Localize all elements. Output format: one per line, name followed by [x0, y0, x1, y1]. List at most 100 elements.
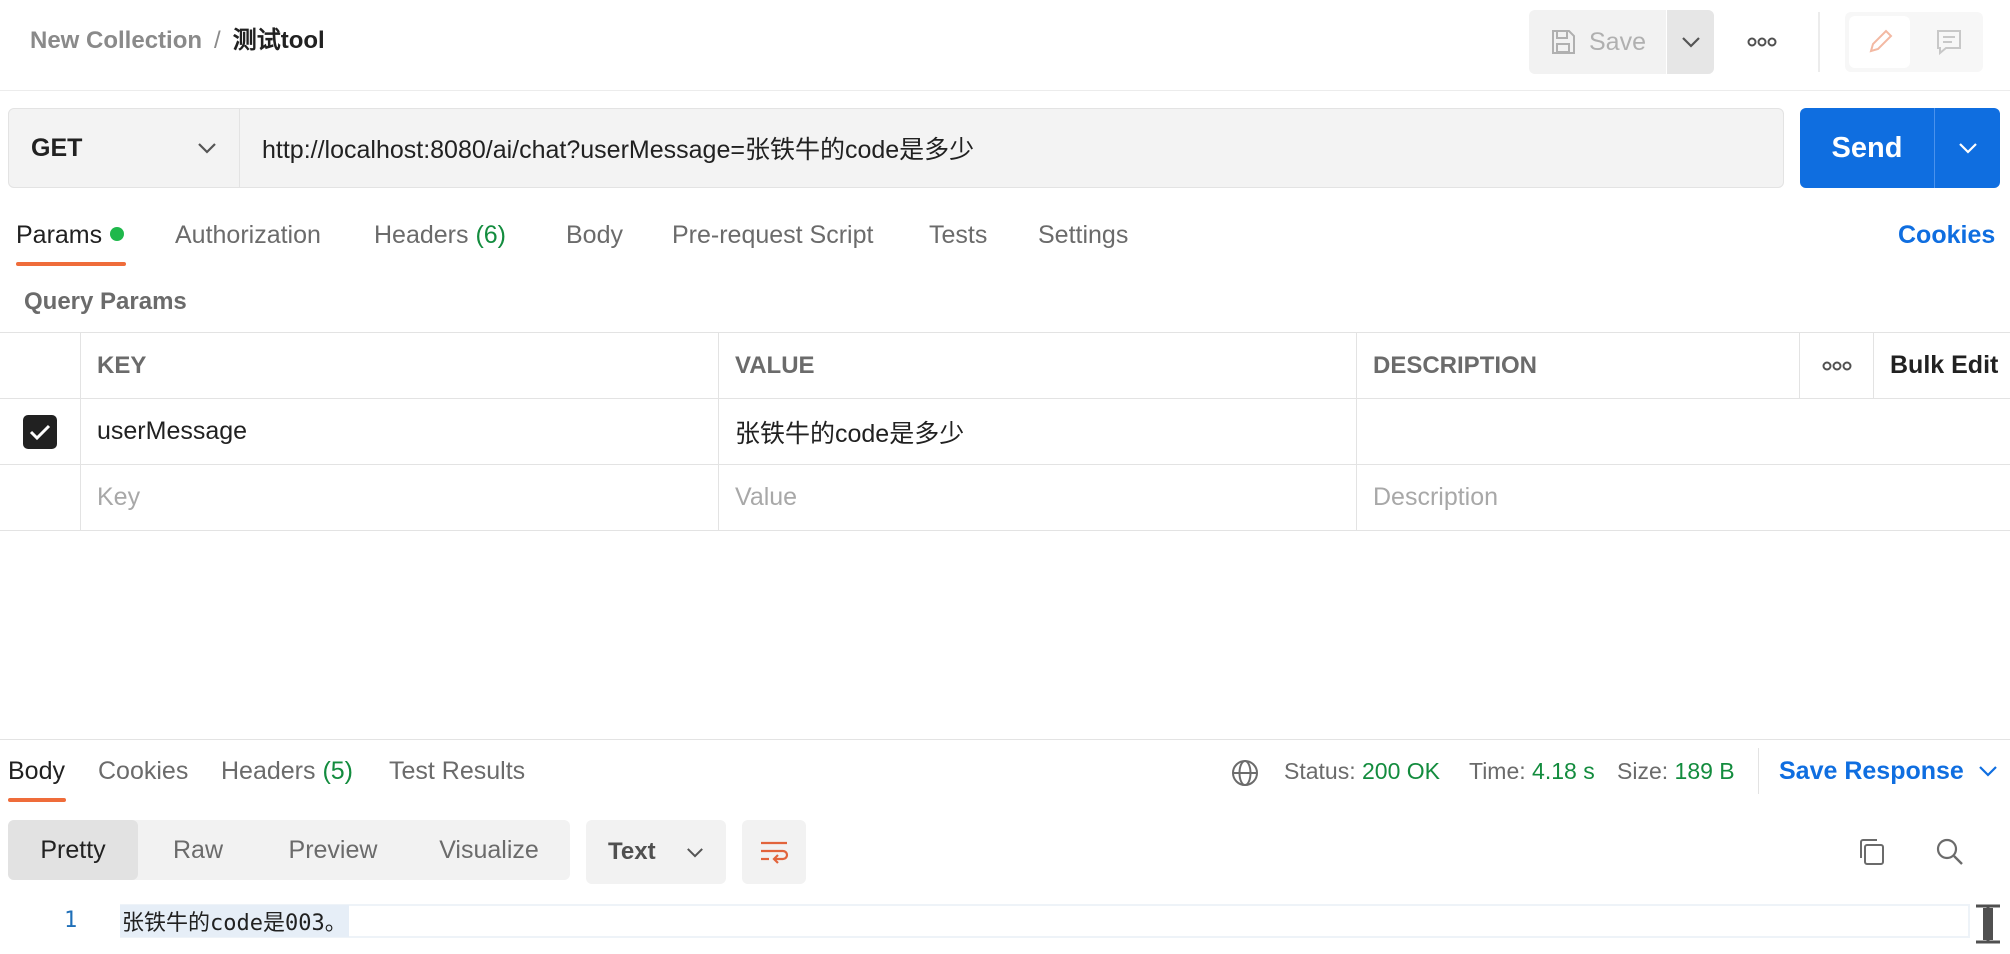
breadcrumb: New Collection / 测试tool — [30, 24, 325, 58]
save-icon — [1552, 30, 1575, 54]
response-headers-count: (5) — [322, 757, 354, 785]
response-tab-headers[interactable]: Headers (5) — [221, 754, 353, 788]
method-select[interactable]: GET — [8, 108, 240, 188]
column-header-value: VALUE — [719, 333, 1357, 398]
edit-documentation-button[interactable] — [1849, 16, 1910, 68]
comments-button[interactable] — [1914, 12, 1983, 72]
column-options-button[interactable] — [1800, 333, 1874, 398]
line-number: 1 — [64, 908, 78, 933]
response-body-text: 张铁牛的code是003。 — [120, 905, 349, 937]
view-visualize-button[interactable]: Visualize — [408, 820, 570, 880]
save-label: Save — [1589, 27, 1646, 56]
new-key-input[interactable]: Key — [81, 465, 719, 530]
search-icon — [1936, 838, 1963, 865]
copy-icon — [1860, 839, 1884, 865]
status-divider — [1758, 748, 1759, 794]
checkbox-column-header — [0, 333, 81, 398]
more-horizontal-icon — [1747, 37, 1777, 47]
table-row-empty: Key Value Description — [0, 465, 2010, 531]
response-tab-body[interactable]: Body — [8, 754, 65, 788]
new-value-input[interactable]: Value — [719, 465, 1357, 530]
time-value: 4.18 s — [1532, 758, 1595, 784]
tab-authorization[interactable]: Authorization — [175, 218, 321, 252]
param-description-cell[interactable] — [1357, 399, 2010, 464]
size-value: 189 B — [1674, 758, 1735, 784]
wrap-lines-button[interactable] — [742, 820, 806, 884]
more-options-button[interactable] — [1740, 22, 1784, 62]
param-key-cell[interactable]: userMessage — [81, 399, 719, 464]
query-params-label: Query Params — [24, 288, 187, 315]
tab-params[interactable]: Params — [16, 218, 125, 252]
response-tab-headers-label: Headers — [221, 757, 316, 785]
method-label: GET — [31, 133, 83, 162]
response-tab-test-results[interactable]: Test Results — [389, 754, 525, 788]
table-header-row: KEY VALUE DESCRIPTION Bulk Edit — [0, 333, 2010, 399]
more-horizontal-icon — [1822, 361, 1851, 370]
copy-button[interactable] — [1850, 830, 1894, 874]
table-row: userMessage 张铁牛的code是多少 — [0, 399, 2010, 465]
format-select[interactable]: Text — [586, 820, 726, 884]
response-body-editor[interactable]: 张铁牛的code是003。 — [120, 904, 1970, 938]
chevron-down-icon — [1681, 37, 1700, 48]
tab-headers[interactable]: Headers (6) — [374, 218, 506, 252]
status-value: 200 OK — [1362, 758, 1440, 784]
chevron-down-icon — [687, 847, 703, 858]
tab-body[interactable]: Body — [566, 218, 623, 252]
time-label: Time: — [1469, 758, 1526, 784]
response-divider[interactable] — [0, 739, 2010, 740]
pencil-icon — [1869, 29, 1892, 53]
breadcrumb-collection[interactable]: New Collection — [30, 24, 202, 58]
save-response-button[interactable]: Save Response — [1779, 754, 1998, 788]
bulk-edit-button[interactable]: Bulk Edit — [1874, 333, 2010, 398]
tab-headers-label: Headers — [374, 221, 469, 249]
tab-settings[interactable]: Settings — [1038, 218, 1128, 252]
wrap-lines-icon — [761, 841, 789, 864]
new-description-input[interactable]: Description — [1357, 465, 2010, 530]
column-header-key: KEY — [81, 333, 719, 398]
save-response-label: Save Response — [1779, 757, 1964, 785]
view-preview-button[interactable]: Preview — [258, 820, 408, 880]
send-group: Send — [1800, 108, 2000, 188]
tab-tests[interactable]: Tests — [929, 218, 987, 252]
comment-icon — [1936, 30, 1961, 56]
tab-params-label: Params — [16, 221, 103, 249]
headers-count: (6) — [475, 221, 507, 249]
params-active-dot — [110, 227, 125, 242]
params-table: KEY VALUE DESCRIPTION Bulk Edit userMess… — [0, 332, 2010, 531]
active-tab-indicator — [16, 262, 126, 266]
view-pretty-button[interactable]: Pretty — [8, 820, 138, 880]
save-button[interactable]: Save — [1529, 10, 1666, 74]
cookies-link[interactable]: Cookies — [1898, 218, 1995, 252]
breadcrumb-separator: / — [214, 27, 221, 54]
status-info[interactable]: Status: 200 OK — [1284, 754, 1440, 788]
send-button[interactable]: Send — [1800, 108, 1934, 188]
empty-checkbox-cell — [0, 465, 81, 530]
time-info[interactable]: Time: 4.18 s — [1469, 754, 1595, 788]
side-panel-toggle — [1845, 12, 1983, 72]
url-input[interactable]: http://localhost:8080/ai/chat?userMessag… — [240, 108, 1784, 188]
search-button[interactable] — [1928, 830, 1972, 874]
checkmark-icon — [29, 424, 51, 440]
size-label: Size: — [1617, 758, 1669, 784]
checkbox-checked — [23, 414, 57, 449]
request-name[interactable]: 测试tool — [233, 24, 325, 58]
response-active-tab-indicator — [8, 798, 66, 802]
param-value-cell[interactable]: 张铁牛的code是多少 — [719, 399, 1357, 464]
chevron-down-icon — [198, 143, 216, 154]
column-header-description: DESCRIPTION — [1357, 333, 1800, 398]
view-raw-button[interactable]: Raw — [138, 820, 258, 880]
text-cursor-icon — [1973, 904, 2003, 944]
save-group: Save — [1529, 10, 1714, 74]
save-options-button[interactable] — [1666, 10, 1714, 74]
network-globe-icon[interactable] — [1230, 758, 1260, 788]
chevron-down-icon — [1979, 766, 1997, 777]
send-options-button[interactable] — [1934, 108, 2000, 188]
tab-pre-request-script[interactable]: Pre-request Script — [672, 218, 873, 252]
response-tab-cookies[interactable]: Cookies — [98, 754, 188, 788]
param-enabled-checkbox[interactable] — [0, 399, 81, 464]
chevron-down-icon — [1958, 143, 1977, 154]
size-info[interactable]: Size: 189 B — [1617, 754, 1735, 788]
status-label: Status: — [1284, 758, 1356, 784]
format-label: Text — [608, 838, 656, 865]
response-view-mode: Pretty Raw Preview Visualize — [8, 820, 570, 880]
